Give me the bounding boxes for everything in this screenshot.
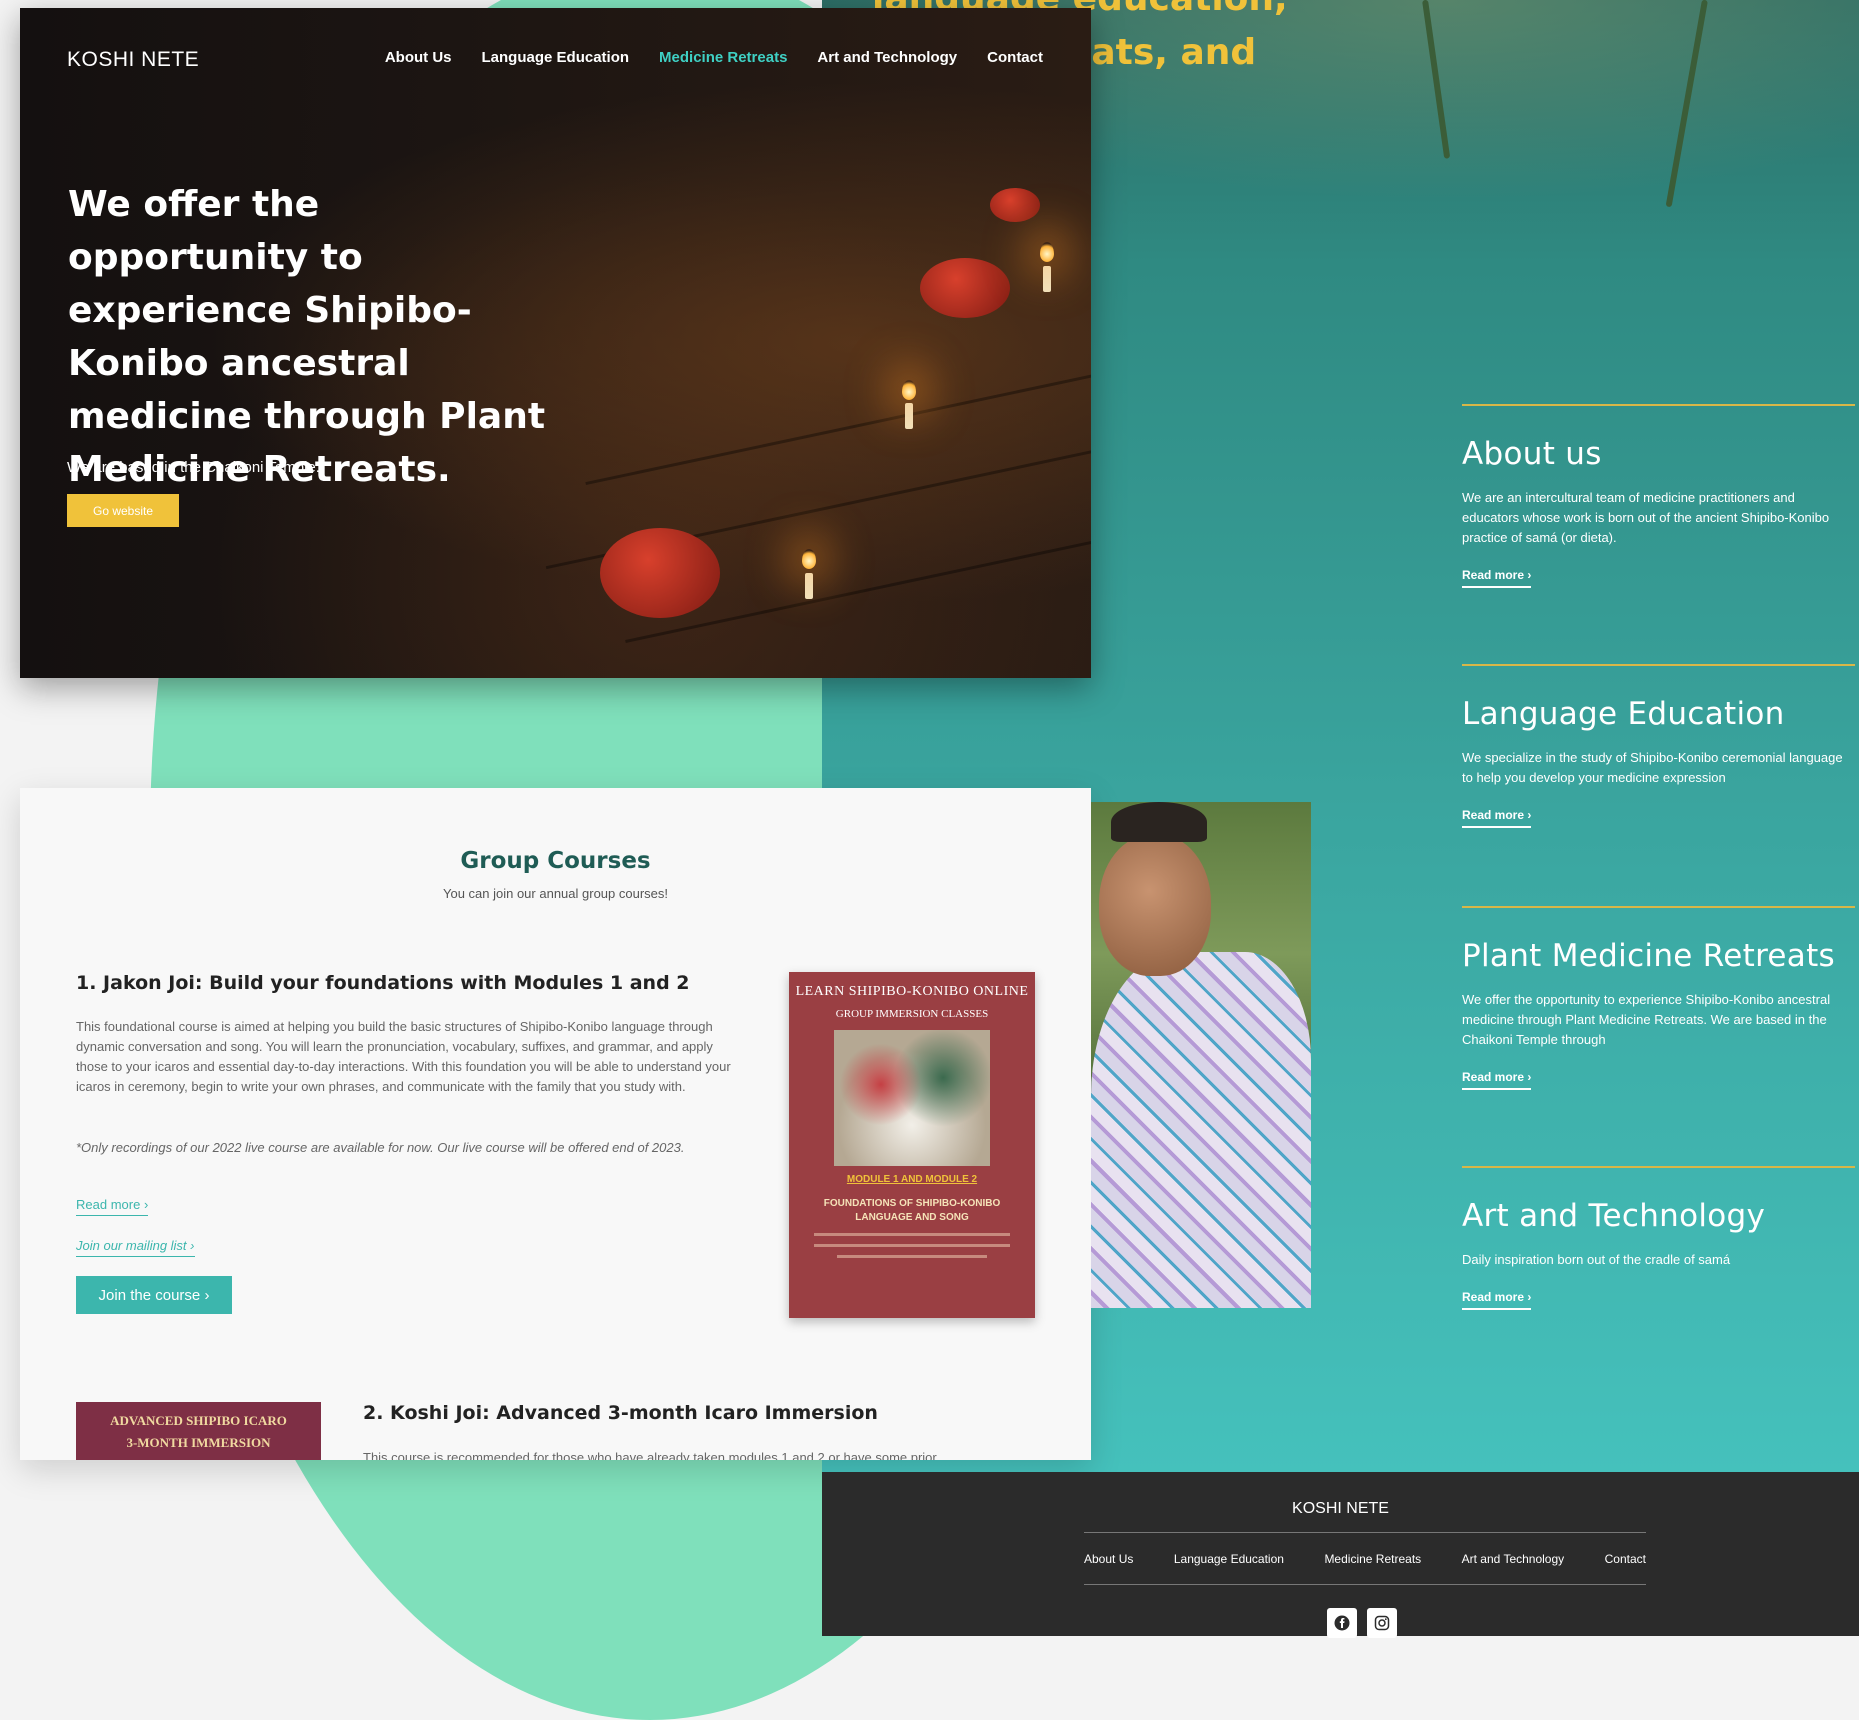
about-us-section: About us We are an intercultural team of… — [1462, 404, 1855, 588]
plant-medicine-retreats-section: Plant Medicine Retreats We offer the opp… — [1462, 906, 1855, 1090]
hair — [1111, 802, 1207, 842]
section-divider — [1462, 404, 1855, 406]
plant-medicine-read-more-link[interactable]: Read more › — [1462, 1070, 1532, 1090]
footer-item-contact[interactable]: Contact — [1605, 1552, 1646, 1566]
mailing-list-link[interactable]: Join our mailing list › — [76, 1238, 195, 1257]
course1-note: *Only recordings of our 2022 live course… — [76, 1140, 685, 1155]
facebook-icon[interactable] — [1327, 1608, 1357, 1638]
chevron-right-icon: › — [1527, 1290, 1532, 1304]
chevron-right-icon: › — [190, 1238, 195, 1253]
language-education-section: Language Education We specialize in the … — [1462, 664, 1855, 828]
poster-modules: MODULE 1 AND MODULE 2 — [846, 1174, 978, 1185]
face — [1099, 834, 1211, 976]
section-divider — [1462, 664, 1855, 666]
course2-poster-line1: ADVANCED SHIPIBO ICARO — [110, 1413, 287, 1428]
about-us-read-more-link[interactable]: Read more › — [1462, 568, 1532, 588]
chevron-right-icon: › — [1527, 808, 1532, 822]
read-more-label: Read more — [1462, 1290, 1525, 1304]
chevron-right-icon: › — [1527, 568, 1532, 582]
hero-heading: We offer the opportunity to experience S… — [68, 184, 546, 490]
course2-description: This course is recommended for those who… — [363, 1450, 937, 1460]
course1-read-more-link[interactable]: Read more › — [76, 1197, 149, 1216]
footer: KOSHI NETE About Us Language Education M… — [822, 1472, 1859, 1638]
patterned-shirt — [1091, 952, 1311, 1308]
join-course-button[interactable]: Join the course › — [76, 1276, 232, 1314]
art-and-technology-section: Art and Technology Daily inspiration bor… — [1462, 1166, 1855, 1310]
course2-poster: ADVANCED SHIPIBO ICARO 3-MONTH IMMERSION — [76, 1402, 321, 1460]
nav-menu: About Us Language Education Medicine Ret… — [385, 49, 1043, 66]
instagram-icon[interactable] — [1367, 1608, 1397, 1638]
poster-fine-print — [814, 1233, 1010, 1236]
chevron-right-icon: › — [204, 1286, 210, 1304]
nav-item-medicine-retreats[interactable]: Medicine Retreats — [659, 49, 787, 66]
footer-nav: About Us Language Education Medicine Ret… — [1084, 1552, 1646, 1566]
course1-poster: LEARN SHIPIBO-KONIBO ONLINE GROUP IMMERS… — [789, 972, 1035, 1318]
footer-divider — [1084, 1532, 1646, 1533]
portrait-photo — [1091, 802, 1311, 1308]
section-title: Plant Medicine Retreats — [1462, 938, 1836, 974]
hero-subtext: We are based in the Chaikoni Temple. — [67, 459, 320, 476]
section-body: We offer the opportunity to experience S… — [1462, 992, 1831, 1047]
join-course-label: Join the course — [98, 1286, 201, 1304]
poster-title: LEARN SHIPIBO-KONIBO ONLINE — [795, 984, 1029, 999]
course1-title: 1. Jakon Joi: Build your foundations wit… — [76, 972, 690, 994]
mailing-list-label: Join our mailing list — [76, 1238, 187, 1253]
read-more-label: Read more — [76, 1197, 141, 1212]
section-body: Daily inspiration born out of the cradle… — [1462, 1252, 1731, 1267]
art-technology-read-more-link[interactable]: Read more › — [1462, 1290, 1532, 1310]
top-nav: KOSHI NETE About Us Language Education M… — [20, 8, 1091, 118]
section-title: Art and Technology — [1462, 1198, 1766, 1234]
nav-item-art-and-technology[interactable]: Art and Technology — [817, 49, 957, 66]
poster-foundations: FOUNDATIONS OF SHIPIBO-KONIBO LANGUAGE A… — [823, 1198, 1001, 1223]
read-more-label: Read more — [1462, 1070, 1525, 1084]
nav-item-contact[interactable]: Contact — [987, 49, 1043, 66]
footer-item-art-and-technology[interactable]: Art and Technology — [1462, 1552, 1565, 1566]
footer-brand[interactable]: KOSHI NETE — [822, 1500, 1859, 1518]
section-title: Language Education — [1462, 696, 1785, 732]
nav-item-language-education[interactable]: Language Education — [482, 49, 630, 66]
course1-description: This foundational course is aimed at hel… — [76, 1019, 731, 1094]
brand-logo[interactable]: KOSHI NETE — [67, 48, 199, 72]
footer-item-about-us[interactable]: About Us — [1084, 1552, 1133, 1566]
poster-subtitle: GROUP IMMERSION CLASSES — [835, 1008, 989, 1020]
read-more-label: Read more — [1462, 568, 1525, 582]
go-website-button[interactable]: Go website — [67, 494, 179, 527]
footer-item-medicine-retreats[interactable]: Medicine Retreats — [1324, 1552, 1421, 1566]
poster-photo — [834, 1030, 990, 1166]
read-more-label: Read more — [1462, 808, 1525, 822]
footer-item-language-education[interactable]: Language Education — [1174, 1552, 1284, 1566]
chevron-right-icon: › — [1527, 1070, 1532, 1084]
chevron-right-icon: › — [143, 1197, 149, 1212]
courses-title: Group Courses — [460, 848, 651, 874]
section-divider — [1462, 906, 1855, 908]
section-divider — [1462, 1166, 1855, 1168]
section-title: About us — [1462, 436, 1602, 472]
language-education-read-more-link[interactable]: Read more › — [1462, 808, 1532, 828]
footer-divider — [1084, 1584, 1646, 1585]
poster-fine-print — [814, 1244, 1010, 1247]
course2-title: 2. Koshi Joi: Advanced 3-month Icaro Imm… — [363, 1402, 878, 1424]
group-courses-section: Group Courses You can join our annual gr… — [20, 788, 1091, 1460]
nav-item-about-us[interactable]: About Us — [385, 49, 452, 66]
section-body: We specialize in the study of Shipibo-Ko… — [1462, 750, 1843, 785]
poster-fine-print — [837, 1255, 987, 1258]
courses-subtitle: You can join our annual group courses! — [442, 886, 668, 901]
hero-section: KOSHI NETE About Us Language Education M… — [20, 8, 1091, 678]
section-body: We are an intercultural team of medicine… — [1462, 490, 1830, 545]
course2-poster-line2: 3-MONTH IMMERSION — [126, 1435, 271, 1450]
